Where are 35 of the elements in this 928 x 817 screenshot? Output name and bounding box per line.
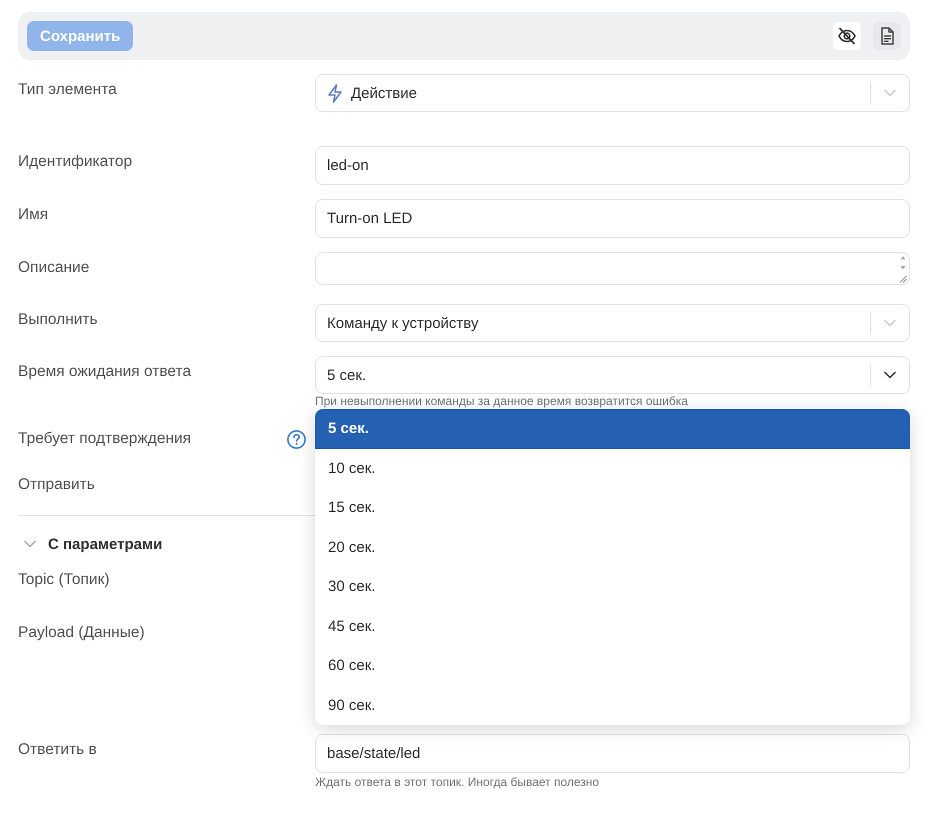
dropdown-option[interactable]: 60 сек.	[315, 646, 910, 686]
document-button[interactable]	[873, 22, 901, 50]
field-label: Имя	[18, 205, 48, 225]
visibility-button[interactable]	[833, 22, 861, 50]
field-hint: Ждать ответа в этот топик. Иногда бывает полезно	[315, 776, 600, 789]
text-input[interactable]: Turn-on LED	[315, 199, 910, 238]
dropdown-option[interactable]: 90 сек.	[315, 686, 910, 725]
description-field[interactable]	[315, 252, 910, 285]
eye-slash-icon	[837, 26, 857, 46]
dropdown-option[interactable]: 5 сек.	[315, 409, 910, 448]
field-label: Отправить	[18, 475, 95, 495]
dropdown-option[interactable]: 30 сек.	[315, 567, 910, 606]
text-input[interactable]: led-on	[315, 146, 910, 185]
help-icon[interactable]	[287, 430, 306, 449]
dropdown-option[interactable]: 10 сек.	[315, 448, 910, 488]
lightning-icon	[327, 84, 343, 102]
field-label: Payload (Данные)	[18, 623, 145, 643]
dropdown-select[interactable]: 5 сек.	[315, 356, 910, 394]
dropdown-select[interactable]: Команду к устройству	[315, 304, 910, 342]
field-label: Время ожидания ответа	[18, 362, 192, 382]
dropdown-option[interactable]: 20 сек.	[315, 528, 910, 567]
field-label: Topic (Топик)	[18, 570, 110, 590]
field-label: Ответить в	[18, 740, 97, 760]
section-toggle[interactable]: С параметрами	[18, 530, 162, 558]
field-label: Выполнить	[18, 310, 98, 330]
dropdown-option[interactable]: 45 сек.	[315, 606, 910, 646]
dropdown-select[interactable]: Действие	[315, 74, 910, 112]
dropdown-option[interactable]: 15 сек.	[315, 488, 910, 528]
scroll-arrows-icon	[899, 254, 907, 283]
field-label: Требует подтверждения	[18, 429, 192, 449]
field-label: Описание	[18, 258, 90, 278]
field-label: Идентификатор	[18, 152, 132, 172]
text-input[interactable]: base/state/led	[315, 734, 910, 773]
field-hint: При невыполнении команды за данное время возвратится ошибка	[315, 395, 688, 408]
field-label: Тип элемента	[18, 80, 117, 100]
